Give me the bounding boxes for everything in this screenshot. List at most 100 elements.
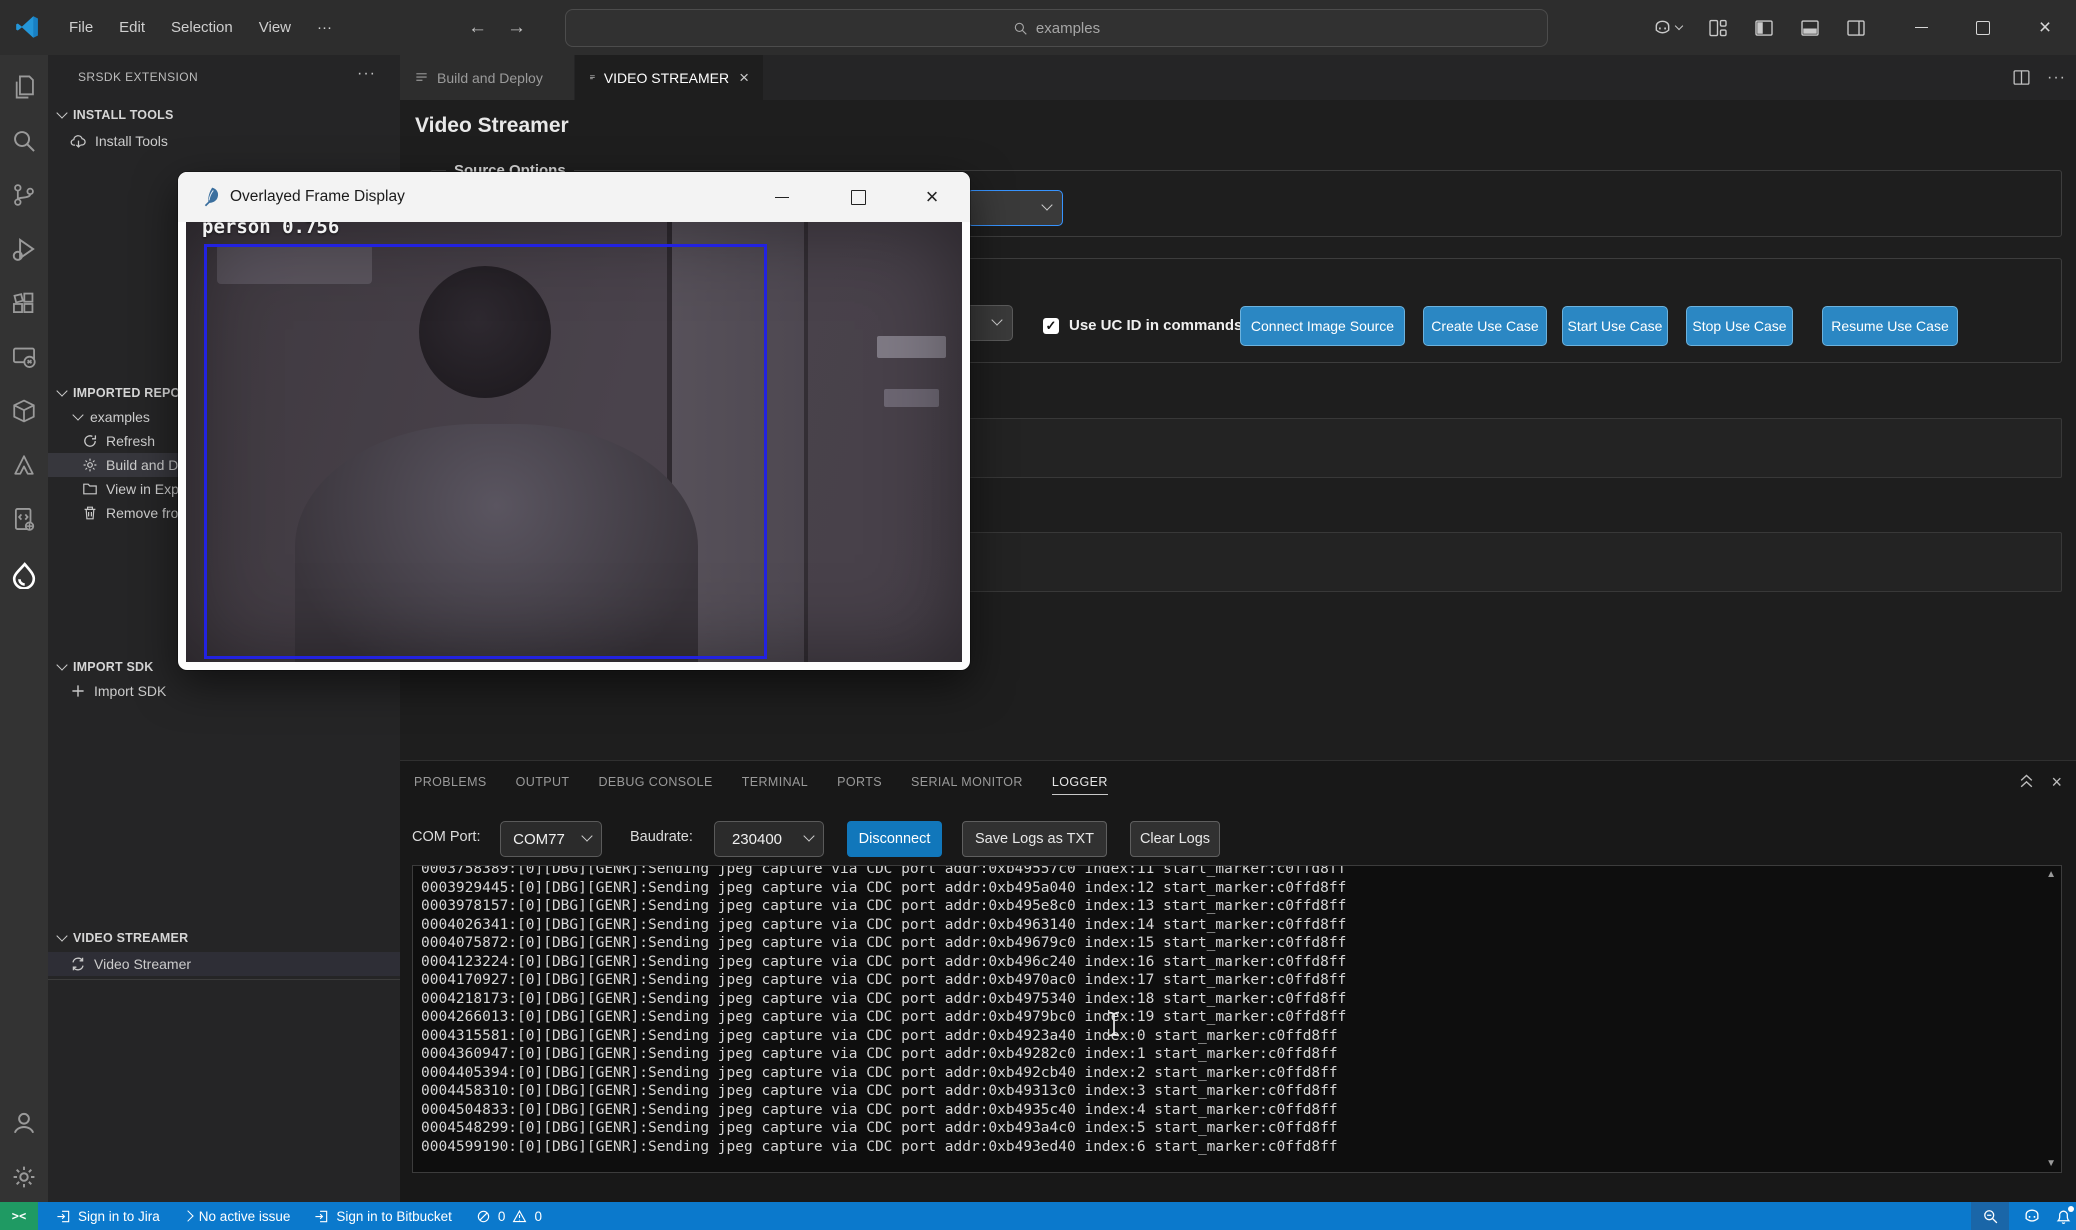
copilot-status-icon[interactable] bbox=[2023, 1207, 2041, 1225]
use-uc-id-checkbox[interactable]: ✓ bbox=[1043, 318, 1059, 334]
forward-icon[interactable]: → bbox=[507, 17, 526, 39]
tab-debug-console[interactable]: DEBUG CONSOLE bbox=[598, 775, 712, 789]
sign-in-jira-button[interactable]: Sign in to Jira bbox=[44, 1202, 172, 1230]
run-and-debug-icon[interactable] bbox=[0, 225, 48, 273]
menu-edit[interactable]: Edit bbox=[106, 13, 158, 42]
status-bar: >< Sign in to Jira No active issue Sign … bbox=[0, 1202, 2076, 1230]
srsdk-drop-icon[interactable] bbox=[0, 551, 48, 599]
sidebar-item-install-tools[interactable]: Install Tools bbox=[48, 129, 400, 153]
log-line: 0003929445:[0][DBG][GENR]:Sending jpeg c… bbox=[421, 879, 2061, 898]
list-icon bbox=[414, 70, 429, 85]
start-use-case-button[interactable]: Start Use Case bbox=[1562, 306, 1668, 346]
overlay-titlebar[interactable]: Overlayed Frame Display × bbox=[178, 172, 970, 222]
sidebar-item-import-sdk[interactable]: Import SDK bbox=[48, 679, 400, 703]
customize-layout-button[interactable] bbox=[1708, 18, 1728, 38]
disconnect-button[interactable]: Disconnect bbox=[847, 821, 942, 857]
remote-explorer-icon[interactable] bbox=[0, 333, 48, 381]
window-minimize-button[interactable] bbox=[1890, 0, 1952, 55]
overlay-close-button[interactable]: × bbox=[896, 172, 968, 222]
minimize-icon bbox=[775, 197, 789, 198]
command-search-box[interactable]: examples bbox=[565, 9, 1548, 47]
sidebar-item-video-streamer[interactable]: Video Streamer bbox=[48, 952, 400, 976]
log-line: 0004218173:[0][DBG][GENR]:Sending jpeg c… bbox=[421, 990, 2061, 1009]
error-count: 0 bbox=[498, 1209, 506, 1224]
overlayed-frame-window[interactable]: Overlayed Frame Display × person 0.756 bbox=[178, 172, 970, 670]
tab-ports[interactable]: PORTS bbox=[837, 775, 882, 789]
tab-serial-monitor[interactable]: SERIAL MONITOR bbox=[911, 775, 1023, 789]
close-icon: × bbox=[2039, 17, 2051, 38]
explorer-icon[interactable] bbox=[0, 63, 48, 111]
maximize-panel-icon[interactable] bbox=[2018, 774, 2035, 791]
chevron-down-icon bbox=[581, 830, 592, 841]
source-control-icon[interactable] bbox=[0, 171, 48, 219]
code-settings-icon[interactable] bbox=[0, 495, 48, 543]
log-line: 0004123224:[0][DBG][GENR]:Sending jpeg c… bbox=[421, 953, 2061, 972]
zoom-out-button[interactable] bbox=[1971, 1202, 2009, 1230]
log-line: 0004266013:[0][DBG][GENR]:Sending jpeg c… bbox=[421, 1008, 2061, 1027]
baudrate-select[interactable]: 230400 bbox=[714, 821, 824, 857]
toggle-secondary-sidebar-button[interactable] bbox=[1846, 18, 1866, 38]
active-issue-button[interactable]: No active issue bbox=[172, 1202, 303, 1230]
section-install-tools[interactable]: INSTALL TOOLS bbox=[48, 103, 400, 127]
tab-close-icon[interactable]: × bbox=[739, 68, 749, 88]
scroll-down-icon[interactable]: ▼ bbox=[2046, 1158, 2056, 1169]
extensions-icon[interactable] bbox=[0, 279, 48, 327]
create-use-case-button[interactable]: Create Use Case bbox=[1423, 306, 1547, 346]
notifications-bell-icon[interactable] bbox=[2055, 1208, 2072, 1225]
remote-indicator[interactable]: >< bbox=[0, 1202, 38, 1230]
section-video-streamer[interactable]: VIDEO STREAMER bbox=[48, 926, 400, 950]
split-editor-icon[interactable] bbox=[2012, 68, 2031, 87]
sidebar-divider bbox=[48, 979, 400, 980]
chevron-down-icon bbox=[56, 385, 67, 396]
sidebar-title: SRSDK EXTENSION bbox=[78, 70, 198, 84]
warning-count: 0 bbox=[534, 1209, 542, 1224]
toggle-sidebar-button[interactable] bbox=[1754, 18, 1774, 38]
tab-video-streamer[interactable]: VIDEO STREAMER × bbox=[575, 55, 763, 100]
com-port-select[interactable]: COM77 bbox=[500, 821, 602, 857]
tab-output[interactable]: OUTPUT bbox=[516, 775, 570, 789]
window-close-button[interactable]: × bbox=[2014, 0, 2076, 55]
tab-terminal[interactable]: TERMINAL bbox=[742, 775, 808, 789]
overlay-maximize-button[interactable] bbox=[822, 172, 894, 222]
resume-use-case-button[interactable]: Resume Use Case bbox=[1822, 306, 1958, 346]
window-maximize-button[interactable] bbox=[1952, 0, 2014, 55]
scroll-up-icon[interactable]: ▲ bbox=[2046, 869, 2056, 880]
atlassian-icon[interactable] bbox=[0, 441, 48, 489]
overlay-minimize-button[interactable] bbox=[746, 172, 818, 222]
menu-more-icon[interactable]: ··· bbox=[304, 13, 345, 42]
copilot-menu-button[interactable] bbox=[1653, 18, 1682, 37]
package-icon[interactable] bbox=[0, 387, 48, 435]
save-logs-button[interactable]: Save Logs as TXT bbox=[962, 821, 1107, 857]
tab-logger[interactable]: LOGGER bbox=[1052, 775, 1108, 795]
search-icon bbox=[1013, 21, 1028, 36]
close-panel-icon[interactable]: × bbox=[2051, 772, 2062, 793]
settings-gear-icon[interactable] bbox=[0, 1153, 48, 1201]
search-icon[interactable] bbox=[0, 117, 48, 165]
chevron-down-icon bbox=[991, 314, 1002, 325]
menu-selection[interactable]: Selection bbox=[158, 13, 246, 42]
tab-problems[interactable]: PROBLEMS bbox=[414, 775, 487, 789]
log-output[interactable]: 0003758389:[0][DBG][GENR]:Sending jpeg c… bbox=[412, 865, 2062, 1173]
account-icon[interactable] bbox=[0, 1099, 48, 1147]
editor-more-icon[interactable]: ··· bbox=[2047, 69, 2066, 87]
sign-in-icon bbox=[314, 1209, 329, 1224]
jira-label: Sign in to Jira bbox=[78, 1209, 160, 1224]
connect-image-source-button[interactable]: Connect Image Source bbox=[1240, 306, 1405, 346]
tab-build-and-deploy[interactable]: Build and Deploy bbox=[400, 55, 574, 100]
clear-logs-button[interactable]: Clear Logs bbox=[1130, 821, 1220, 857]
editor-actions: ··· bbox=[2012, 55, 2066, 100]
log-lines: 0003758389:[0][DBG][GENR]:Sending jpeg c… bbox=[413, 865, 2061, 1156]
menu-file[interactable]: File bbox=[56, 13, 106, 42]
back-icon[interactable]: ← bbox=[468, 17, 487, 39]
chevron-down-icon bbox=[1675, 21, 1683, 29]
source-select[interactable] bbox=[967, 190, 1063, 226]
sidebar-more-icon[interactable]: ··· bbox=[357, 65, 376, 83]
page-title: Video Streamer bbox=[415, 114, 569, 138]
stop-use-case-button[interactable]: Stop Use Case bbox=[1686, 306, 1793, 346]
problems-summary[interactable]: 0 0 bbox=[464, 1202, 554, 1230]
sync-icon bbox=[70, 956, 86, 972]
menu-view[interactable]: View bbox=[246, 13, 304, 42]
history-nav: ← → bbox=[468, 0, 526, 55]
sign-in-bitbucket-button[interactable]: Sign in to Bitbucket bbox=[302, 1202, 464, 1230]
toggle-panel-button[interactable] bbox=[1800, 18, 1820, 38]
